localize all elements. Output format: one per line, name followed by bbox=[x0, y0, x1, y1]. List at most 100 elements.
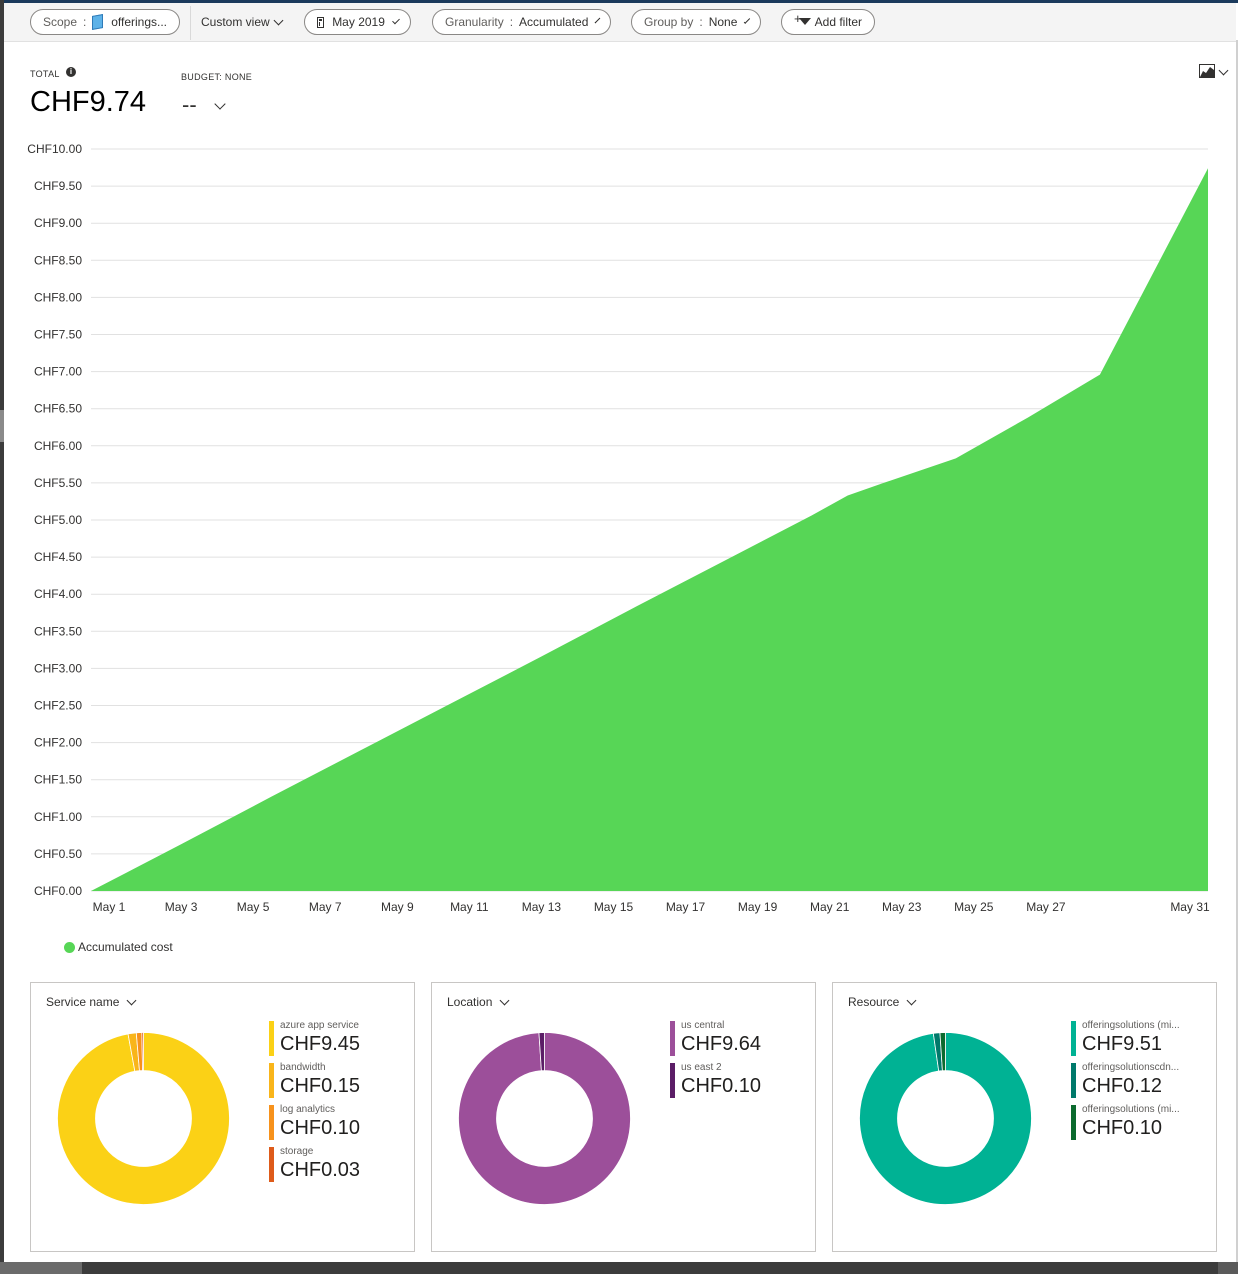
resource-group-icon bbox=[92, 14, 104, 30]
legend-swatch bbox=[269, 1105, 274, 1140]
service-name-title: Service name bbox=[46, 995, 120, 1009]
y-tick-label: CHF3.50 bbox=[34, 624, 82, 638]
custom-view-button[interactable]: Custom view bbox=[201, 9, 284, 35]
add-filter-icon: + bbox=[794, 12, 811, 29]
legend-item-offeringsolutionscdn[interactable]: offeringsolutionscdn... CHF0.12 bbox=[1071, 1062, 1211, 1104]
legend-label: azure app service bbox=[280, 1020, 359, 1031]
legend-swatch bbox=[269, 1147, 274, 1182]
area-chart-icon bbox=[1199, 64, 1215, 78]
x-tick-label: May 21 bbox=[810, 900, 850, 914]
legend-label: log analytics bbox=[280, 1104, 336, 1115]
y-tick-label: CHF4.00 bbox=[34, 587, 82, 601]
y-tick-label: CHF5.00 bbox=[34, 513, 82, 527]
y-tick-label: CHF5.50 bbox=[34, 476, 82, 490]
group-by-value: None bbox=[708, 15, 738, 29]
date-range-value: May 2019 bbox=[332, 15, 385, 29]
x-tick-label: May 25 bbox=[954, 900, 994, 914]
legend-item-offeringsolutions-2[interactable]: offeringsolutions (mi... CHF0.10 bbox=[1071, 1104, 1211, 1146]
granularity-key: Granularity bbox=[445, 15, 504, 29]
legend-item-offeringsolutions-1[interactable]: offeringsolutions (mi... CHF9.51 bbox=[1071, 1020, 1211, 1062]
y-tick-label: CHF0.50 bbox=[34, 847, 82, 861]
location-title: Location bbox=[447, 995, 493, 1009]
group-by-selector[interactable]: Group by : None bbox=[631, 9, 761, 35]
service-name-dropdown[interactable]: Service name bbox=[46, 995, 137, 1009]
granularity-selector[interactable]: Granularity : Accumulated bbox=[432, 9, 611, 35]
service-name-donut bbox=[56, 1031, 231, 1206]
legend-value: CHF0.10 bbox=[1082, 1117, 1163, 1139]
y-tick-label: CHF1.00 bbox=[34, 810, 82, 824]
y-tick-label: CHF2.00 bbox=[34, 736, 82, 750]
y-tick-label: CHF3.00 bbox=[34, 661, 82, 675]
legend-item-azure-app-service[interactable]: azure app service CHF9.45 bbox=[269, 1020, 409, 1062]
legend-swatch bbox=[1071, 1021, 1076, 1056]
scope-selector[interactable]: Scope : offerings... bbox=[30, 9, 180, 35]
legend-swatch bbox=[269, 1021, 274, 1056]
legend-swatch-accumulated bbox=[64, 941, 75, 953]
resource-title: Resource bbox=[848, 995, 900, 1009]
resource-legend: offeringsolutions (mi... CHF9.51 offerin… bbox=[1071, 1020, 1211, 1146]
x-tick-label: May 27 bbox=[1026, 900, 1066, 914]
legend-swatch bbox=[1071, 1105, 1076, 1140]
x-tick-label: May 23 bbox=[882, 900, 922, 914]
x-tick-label: May 5 bbox=[237, 900, 270, 914]
accumulated-cost-chart: CHF0.00 CHF0.50 CHF1.00 CHF1.50 CHF2.00 CHF2.… bbox=[27, 142, 1210, 914]
resource-dropdown[interactable]: Resource bbox=[848, 995, 917, 1009]
cost-analysis-toolbar: Scope : offerings... Custom view May 201… bbox=[4, 3, 1236, 42]
accumulated-cost-area bbox=[91, 168, 1208, 892]
granularity-separator: : bbox=[509, 15, 514, 29]
x-tick-label: May 15 bbox=[594, 900, 634, 914]
legend-item-storage[interactable]: storage CHF0.03 bbox=[269, 1146, 409, 1188]
add-filter-button[interactable]: + Add filter bbox=[781, 9, 875, 35]
chart-type-selector[interactable] bbox=[1199, 64, 1231, 82]
budget-value[interactable]: -- bbox=[182, 92, 197, 118]
legend-label: storage bbox=[280, 1146, 314, 1157]
legend-item-log-analytics[interactable]: log analytics CHF0.10 bbox=[269, 1104, 409, 1146]
budget-chevron-down-icon[interactable] bbox=[214, 98, 226, 110]
legend-swatch bbox=[1071, 1063, 1076, 1098]
toolbar-divider bbox=[190, 6, 191, 40]
left-window-border bbox=[0, 0, 4, 1274]
x-tick-label: May 17 bbox=[666, 900, 706, 914]
legend-value: CHF0.12 bbox=[1082, 1075, 1163, 1097]
legend-item-us-central[interactable]: us central CHF9.64 bbox=[670, 1020, 810, 1062]
scope-value: offerings... bbox=[111, 15, 167, 29]
y-tick-label: CHF7.50 bbox=[34, 328, 82, 342]
legend-label: bandwidth bbox=[280, 1062, 326, 1073]
y-tick-label: CHF9.00 bbox=[34, 216, 82, 230]
y-tick-label: CHF0.00 bbox=[34, 884, 82, 898]
location-dropdown[interactable]: Location bbox=[447, 995, 510, 1009]
add-filter-label: Add filter bbox=[814, 15, 862, 29]
legend-label: offeringsolutions (mi... bbox=[1082, 1020, 1180, 1031]
scope-separator: : bbox=[83, 15, 87, 29]
legend-label: offeringsolutions (mi... bbox=[1082, 1104, 1180, 1115]
total-cost-value: CHF9.74 bbox=[30, 86, 147, 118]
x-tick-label: May 11 bbox=[450, 900, 489, 914]
y-tick-label: CHF7.00 bbox=[34, 365, 82, 379]
x-tick-label: May 1 bbox=[93, 900, 126, 914]
location-card: Location us central CHF9.64 us east 2 CH… bbox=[431, 982, 816, 1252]
chevron-down-icon bbox=[906, 995, 917, 1005]
info-icon[interactable]: i bbox=[66, 67, 76, 77]
resource-card: Resource offeringsolutions (mi... CHF9.5… bbox=[832, 982, 1217, 1252]
legend-value: CHF9.45 bbox=[280, 1033, 361, 1055]
date-range-picker[interactable]: May 2019 bbox=[304, 9, 411, 35]
legend-label: us east 2 bbox=[681, 1062, 722, 1073]
scope-key: Scope bbox=[43, 15, 78, 29]
legend-label: us central bbox=[681, 1020, 725, 1031]
legend-value: CHF0.10 bbox=[280, 1117, 361, 1139]
chart-legend[interactable]: Accumulated cost bbox=[64, 940, 173, 954]
x-tick-label: May 3 bbox=[165, 900, 198, 914]
y-tick-label: CHF1.50 bbox=[34, 773, 82, 787]
budget-label: BUDGET: NONE bbox=[181, 72, 253, 82]
legend-swatch bbox=[670, 1021, 675, 1056]
total-label: TOTAL bbox=[30, 69, 60, 79]
group-by-key: Group by bbox=[644, 15, 694, 29]
y-tick-label: CHF6.00 bbox=[34, 439, 82, 453]
legend-label: offeringsolutionscdn... bbox=[1082, 1062, 1180, 1073]
donut-slice bbox=[141, 1032, 144, 1071]
chevron-down-icon bbox=[499, 995, 510, 1005]
legend-item-us-east-2[interactable]: us east 2 CHF0.10 bbox=[670, 1062, 810, 1104]
legend-item-bandwidth[interactable]: bandwidth CHF0.15 bbox=[269, 1062, 409, 1104]
legend-swatch bbox=[670, 1063, 675, 1098]
service-name-legend: azure app service CHF9.45 bandwidth CHF0… bbox=[269, 1020, 409, 1188]
